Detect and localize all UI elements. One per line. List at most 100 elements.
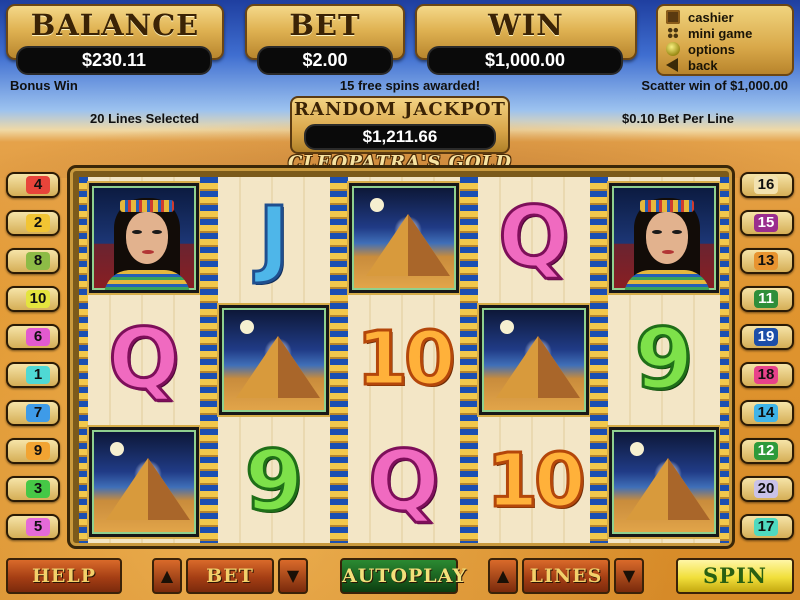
bonus-win-text: Bonus Win [10, 78, 78, 93]
line-number: 15 [754, 214, 778, 232]
line-number: 12 [754, 442, 778, 460]
symbol-glyph: Q [367, 431, 441, 532]
help-button[interactable]: HELP [6, 558, 122, 594]
line-10-indicator[interactable]: 10 [6, 286, 60, 312]
line-14-indicator[interactable]: 14 [740, 400, 794, 426]
line-15-indicator[interactable]: 15 [740, 210, 794, 236]
line-number: 5 [26, 518, 50, 536]
autoplay-button[interactable]: AUTOPLAY [340, 558, 466, 594]
cleopatra-symbol [609, 183, 719, 293]
menu-back-label: back [688, 57, 718, 73]
symbol-10: 10 [479, 427, 589, 537]
reel-cell [339, 177, 469, 299]
line-number: 8 [26, 252, 50, 270]
symbol-glyph: 9 [633, 309, 694, 410]
menu-cashier[interactable]: cashier [666, 9, 792, 25]
bet-value: $2.00 [257, 46, 393, 75]
reel-cell [599, 177, 729, 299]
symbol-glyph: 10 [485, 437, 587, 526]
free-spins-text: 15 free spins awarded! [339, 78, 481, 93]
reel-cell [209, 299, 339, 421]
menu-mini-game[interactable]: mini game [666, 25, 792, 41]
line-number: 18 [754, 366, 778, 384]
symbol-9: 9 [219, 427, 329, 537]
line-17-indicator[interactable]: 17 [740, 514, 794, 540]
line-19-indicator[interactable]: 19 [740, 324, 794, 350]
symbol-j: J [219, 183, 329, 293]
symbol-glyph: Q [107, 309, 181, 410]
reel-cell [599, 421, 729, 543]
symbol-9: 9 [609, 305, 719, 415]
balance-title: BALANCE [30, 8, 200, 42]
menu-mini-game-label: mini game [688, 25, 753, 41]
balance-value: $230.11 [16, 46, 212, 75]
reel-1: Q [79, 177, 209, 543]
line-number: 17 [754, 518, 778, 536]
reel-3: 10 Q [339, 177, 469, 543]
reel-cell: 9 [209, 421, 339, 543]
pyramid-symbol [479, 305, 589, 415]
line-number: 16 [754, 176, 778, 194]
symbol-glyph: Q [497, 187, 571, 288]
menu-options-label: options [688, 41, 735, 57]
reel-cell [79, 421, 209, 543]
line-number: 10 [26, 290, 50, 308]
reel-cell [469, 299, 599, 421]
line-13-indicator[interactable]: 13 [740, 248, 794, 274]
line-18-indicator[interactable]: 18 [740, 362, 794, 388]
line-7-indicator[interactable]: 7 [6, 400, 60, 426]
lines-decrease-button[interactable]: ▼ [614, 558, 644, 594]
lines-increase-button[interactable]: ▲ [488, 558, 518, 594]
cleopatra-symbol [89, 183, 199, 293]
line-number: 7 [26, 404, 50, 422]
game-menu: cashier mini game options back [656, 4, 794, 76]
bet-button[interactable]: BET [186, 558, 274, 594]
back-arrow-icon [666, 58, 678, 72]
line-2-indicator[interactable]: 2 [6, 210, 60, 236]
reel-cell: Q [469, 177, 599, 299]
symbol-glyph: J [257, 187, 291, 288]
line-number: 14 [754, 404, 778, 422]
line-1-indicator[interactable]: 1 [6, 362, 60, 388]
reel-cell: 9 [599, 299, 729, 421]
line-number: 2 [26, 214, 50, 232]
line-9-indicator[interactable]: 9 [6, 438, 60, 464]
line-6-indicator[interactable]: 6 [6, 324, 60, 350]
reel-cell: J [209, 177, 339, 299]
pyramid-symbol [609, 427, 719, 537]
win-title: WIN [488, 8, 564, 42]
random-jackpot-panel: RANDOM JACKPOT $1,211.66 [290, 96, 510, 154]
menu-options[interactable]: options [666, 41, 792, 57]
lines-button[interactable]: LINES [522, 558, 610, 594]
menu-cashier-label: cashier [688, 9, 734, 25]
bet-title: BET [289, 8, 361, 42]
line-20-indicator[interactable]: 20 [740, 476, 794, 502]
line-5-indicator[interactable]: 5 [6, 514, 60, 540]
bet-per-line-text: $0.10 Bet Per Line [622, 111, 734, 126]
menu-back[interactable]: back [666, 57, 792, 73]
pyramid-symbol [89, 427, 199, 537]
line-number: 9 [26, 442, 50, 460]
lines-selected-text: 20 Lines Selected [90, 111, 200, 126]
line-3-indicator[interactable]: 3 [6, 476, 60, 502]
reel-cell [79, 177, 209, 299]
line-11-indicator[interactable]: 11 [740, 286, 794, 312]
bet-increase-button[interactable]: ▲ [152, 558, 182, 594]
symbol-q: Q [479, 183, 589, 293]
reel-4: Q 10 [469, 177, 599, 543]
spin-button[interactable]: SPIN [676, 558, 794, 594]
line-16-indicator[interactable]: 16 [740, 172, 794, 198]
reel-2: J9 [209, 177, 339, 543]
symbol-glyph: 9 [243, 431, 304, 532]
bet-decrease-button[interactable]: ▼ [278, 558, 308, 594]
mini-game-icon [666, 26, 680, 40]
line-12-indicator[interactable]: 12 [740, 438, 794, 464]
reel-cell: Q [79, 299, 209, 421]
line-4-indicator[interactable]: 4 [6, 172, 60, 198]
line-8-indicator[interactable]: 8 [6, 248, 60, 274]
reel-cell: 10 [339, 299, 469, 421]
symbol-10: 10 [349, 305, 459, 415]
line-number: 20 [754, 480, 778, 498]
win-value: $1,000.00 [427, 46, 623, 75]
reel-cell: 10 [469, 421, 599, 543]
